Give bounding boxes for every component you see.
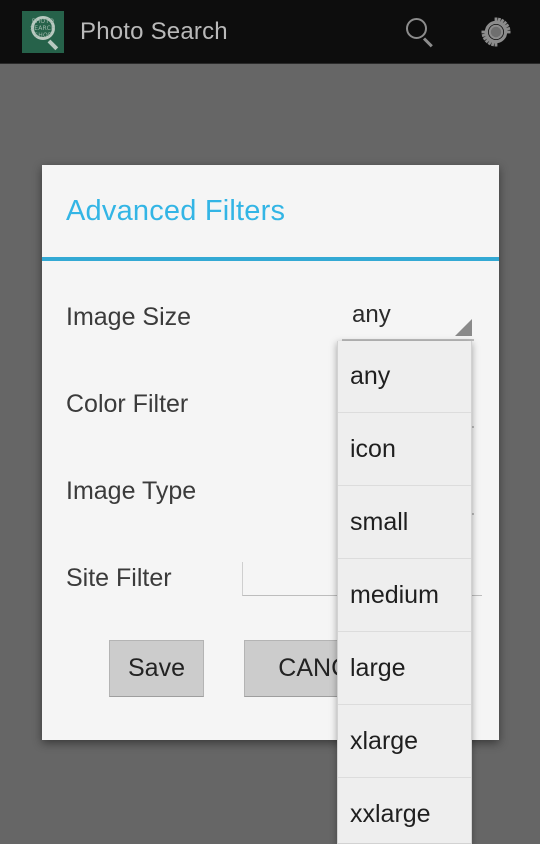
app-logo-text: PHOTO SEARCH SHOP [30,17,56,39]
dialog-header: Advanced Filters [42,165,499,261]
dropdown-option-any[interactable]: any [338,341,471,413]
dropdown-option-medium[interactable]: medium [338,559,471,632]
settings-button[interactable] [464,0,528,64]
label-color-filter: Color Filter [66,390,189,418]
label-site-filter: Site Filter [66,564,172,592]
app-logo-icon: PHOTO SEARCH SHOP [22,10,64,53]
dropdown-option-xlarge[interactable]: xlarge [338,705,471,778]
label-image-size: Image Size [66,303,192,331]
search-icon-circle [406,18,427,39]
gear-icon [481,17,511,47]
chevron-down-icon [455,318,472,336]
image-size-spinner[interactable]: any [342,295,474,341]
dropdown-option-xxlarge[interactable]: xxlarge [338,778,471,843]
dropdown-option-small[interactable]: small [338,486,471,559]
app-screen: PHOTO SEARCH SHOP Photo Search Advanced … [0,0,540,844]
search-icon [404,16,436,48]
image-size-dropdown-list[interactable]: any icon small medium large xlarge xxlar… [337,341,472,844]
app-title: Photo Search [80,17,228,45]
logo-magnifier-handle [47,39,59,50]
search-icon-handle [422,37,433,48]
dropdown-option-icon[interactable]: icon [338,413,471,486]
label-image-type: Image Type [66,477,197,505]
search-button[interactable] [388,0,452,64]
image-size-spinner-value: any [352,300,391,328]
save-button[interactable]: Save [109,640,204,697]
dialog-title: Advanced Filters [66,195,286,227]
dropdown-option-large[interactable]: large [338,632,471,705]
action-bar: PHOTO SEARCH SHOP Photo Search [0,0,540,64]
